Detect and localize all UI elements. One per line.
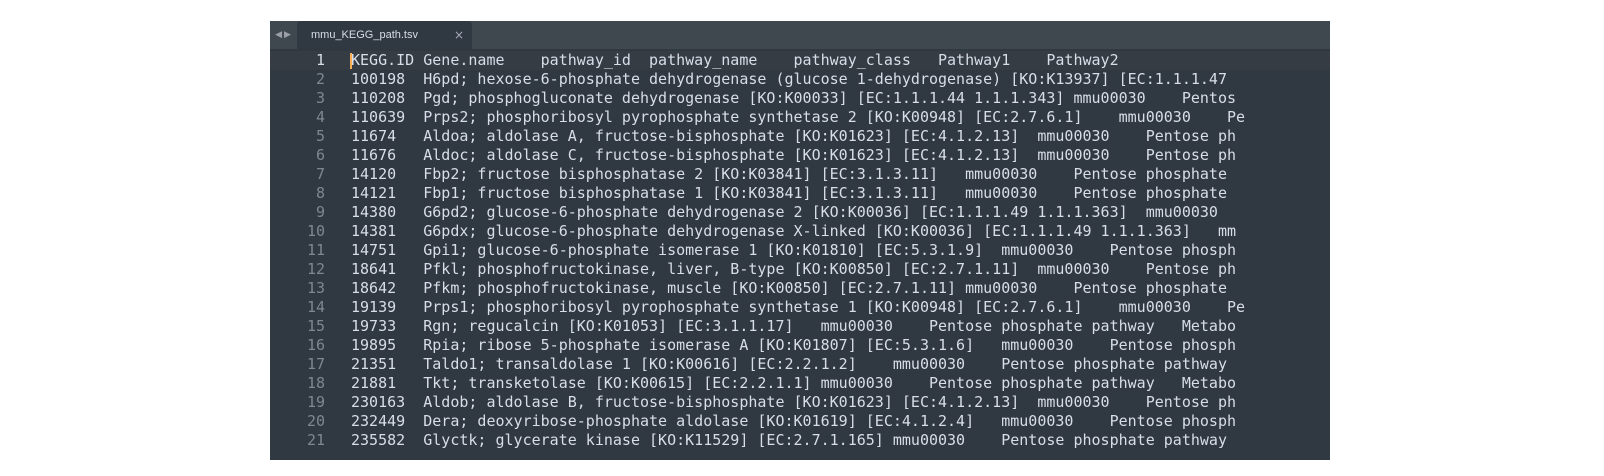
line-number: 14 <box>306 298 325 316</box>
line-number: 6 <box>315 146 325 164</box>
editor-line[interactable]: 12 18641 Pfkl; phosphofructokinase, liver… <box>270 260 1330 279</box>
text-cursor <box>350 53 352 69</box>
line-number: 4 <box>315 108 325 126</box>
tab-navigation: ◀ ▶ <box>270 21 296 49</box>
editor-line[interactable]: 18 21881 Tkt; transketolase [KO:K00615] [… <box>270 374 1330 393</box>
editor-line[interactable]: 6 11676 Aldoc; aldolase C, fructose-bisph… <box>270 146 1330 165</box>
editor-line[interactable]: 9 14380 G6pd2; glucose-6-phosphate dehydr… <box>270 203 1330 222</box>
line-text: 11674 Aldoa; aldolase A, fructose-bispho… <box>351 127 1237 145</box>
editor-line[interactable]: 8 14121 Fbp1; fructose bisphosphatase 1 [… <box>270 184 1330 203</box>
line-text: 110208 Pgd; phosphogluconate dehydrogena… <box>351 89 1237 107</box>
editor-line[interactable]: 20 232449 Dera; deoxyribose-phosphate ald… <box>270 412 1330 431</box>
tab-mmu-kegg-path[interactable]: mmu_KEGG_path.tsv × <box>297 21 472 49</box>
editor-line[interactable]: 19 230163 Aldob; aldolase B, fructose-bis… <box>270 393 1330 412</box>
editor-line[interactable]: 5 11674 Aldoa; aldolase A, fructose-bisph… <box>270 127 1330 146</box>
nav-left-icon[interactable]: ◀ <box>275 30 282 40</box>
nav-right-icon[interactable]: ▶ <box>284 30 291 40</box>
line-number: 17 <box>306 355 325 373</box>
editor-line[interactable]: 10 14381 G6pdx; glucose-6-phosphate dehyd… <box>270 222 1330 241</box>
line-text: 100198 H6pd; hexose-6-phosphate dehydrog… <box>351 70 1227 88</box>
line-text: 14380 G6pd2; glucose-6-phosphate dehydro… <box>351 203 1218 221</box>
line-text: 19139 Prps1; phosphoribosyl pyrophosphat… <box>351 298 1246 316</box>
line-number: 12 <box>306 260 325 278</box>
tab-title: mmu_KEGG_path.tsv <box>311 29 418 41</box>
line-text: 235582 Glyctk; glycerate kinase [KO:K115… <box>351 431 1227 449</box>
line-text: 110639 Prps2; phosphoribosyl pyrophospha… <box>351 108 1246 126</box>
line-text: 11676 Aldoc; aldolase C, fructose-bispho… <box>351 146 1237 164</box>
line-number: 18 <box>306 374 325 392</box>
line-text: 18642 Pfkm; phosphofructokinase, muscle … <box>351 279 1227 297</box>
line-number: 3 <box>315 89 325 107</box>
editor-line[interactable]: 11 14751 Gpi1; glucose-6-phosphate isomer… <box>270 241 1330 260</box>
line-text: 14381 G6pdx; glucose-6-phosphate dehydro… <box>351 222 1237 240</box>
line-number: 1 <box>315 51 325 69</box>
text-editor[interactable]: 1 KEGG.ID Gene.name pathway_id pathway_na… <box>270 49 1330 460</box>
editor-line[interactable]: 14 19139 Prps1; phosphoribosyl pyrophosph… <box>270 298 1330 317</box>
close-icon[interactable]: × <box>454 27 464 43</box>
line-text: 21351 Taldo1; transaldolase 1 [KO:K00616… <box>351 355 1227 373</box>
editor-line[interactable]: 7 14120 Fbp2; fructose bisphosphatase 2 [… <box>270 165 1330 184</box>
line-number: 7 <box>315 165 325 183</box>
line-number: 11 <box>306 241 325 259</box>
line-text: 232449 Dera; deoxyribose-phosphate aldol… <box>351 412 1237 430</box>
editor-line[interactable]: 3 110208 Pgd; phosphogluconate dehydrogen… <box>270 89 1330 108</box>
editor-line[interactable]: 13 18642 Pfkm; phosphofructokinase, muscl… <box>270 279 1330 298</box>
line-number: 13 <box>306 279 325 297</box>
line-text: 18641 Pfkl; phosphofructokinase, liver, … <box>351 260 1237 278</box>
line-number: 2 <box>315 70 325 88</box>
editor-line[interactable]: 16 19895 Rpia; ribose 5-phosphate isomera… <box>270 336 1330 355</box>
editor-line[interactable]: 4 110639 Prps2; phosphoribosyl pyrophosph… <box>270 108 1330 127</box>
line-number: 16 <box>306 336 325 354</box>
editor-window: ◀ ▶ mmu_KEGG_path.tsv × 1 KEGG.ID Gene.na… <box>270 21 1330 460</box>
line-text: 19895 Rpia; ribose 5-phosphate isomerase… <box>351 336 1237 354</box>
editor-line[interactable]: 17 21351 Taldo1; transaldolase 1 [KO:K006… <box>270 355 1330 374</box>
line-text: 19733 Rgn; regucalcin [KO:K01053] [EC:3.… <box>351 317 1237 335</box>
line-number: 20 <box>306 412 325 430</box>
tab-bar: ◀ ▶ mmu_KEGG_path.tsv × <box>270 21 1330 49</box>
line-text: 14751 Gpi1; glucose-6-phosphate isomeras… <box>351 241 1237 259</box>
line-number: 9 <box>315 203 325 221</box>
line-number: 10 <box>306 222 325 240</box>
editor-line[interactable]: 1 KEGG.ID Gene.name pathway_id pathway_na… <box>270 51 1330 70</box>
line-text: 14121 Fbp1; fructose bisphosphatase 1 [K… <box>351 184 1227 202</box>
editor-line[interactable]: 21 235582 Glyctk; glycerate kinase [KO:K1… <box>270 431 1330 450</box>
line-text: KEGG.ID Gene.name pathway_id pathway_nam… <box>351 51 1119 69</box>
line-number: 21 <box>306 431 325 449</box>
editor-line[interactable]: 2 100198 H6pd; hexose-6-phosphate dehydro… <box>270 70 1330 89</box>
line-number: 8 <box>315 184 325 202</box>
line-text: 21881 Tkt; transketolase [KO:K00615] [EC… <box>351 374 1237 392</box>
line-number: 19 <box>306 393 325 411</box>
editor-line[interactable]: 15 19733 Rgn; regucalcin [KO:K01053] [EC:… <box>270 317 1330 336</box>
line-number: 5 <box>315 127 325 145</box>
line-text: 14120 Fbp2; fructose bisphosphatase 2 [K… <box>351 165 1227 183</box>
line-text: 230163 Aldob; aldolase B, fructose-bisph… <box>351 393 1237 411</box>
line-number: 15 <box>306 317 325 335</box>
